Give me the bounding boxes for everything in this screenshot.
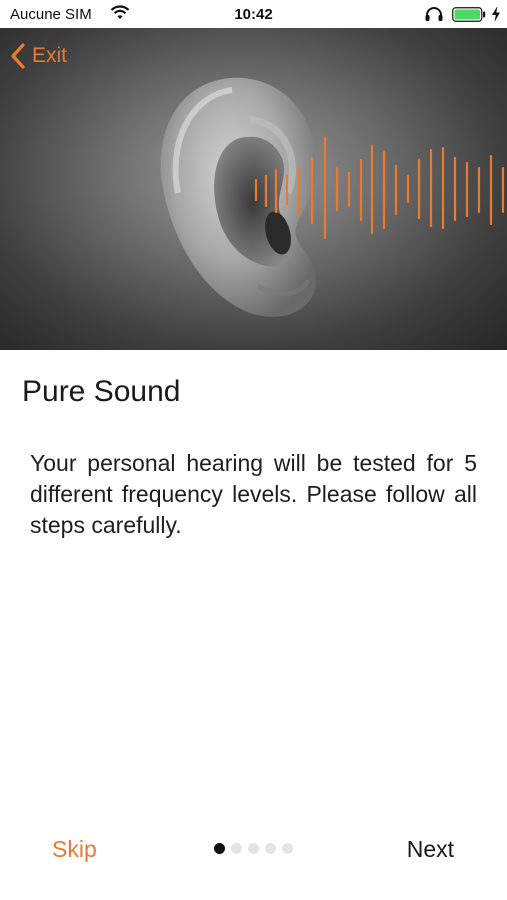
page-dot-1 xyxy=(214,843,225,854)
headphones-icon xyxy=(425,7,443,21)
next-button[interactable]: Next xyxy=(407,836,454,863)
page-indicator[interactable] xyxy=(214,843,293,854)
page-title: Pure Sound xyxy=(22,375,181,408)
bottom-bar: Skip Next xyxy=(0,820,507,880)
exit-label: Exit xyxy=(32,44,68,67)
chevron-left-icon xyxy=(11,43,25,69)
hero-image xyxy=(0,28,507,350)
page-dot-2 xyxy=(231,843,242,854)
status-bar: Aucune SIM 10:42 xyxy=(0,0,507,28)
exit-button[interactable]: Exit xyxy=(10,42,67,70)
charging-icon xyxy=(492,6,500,22)
page-dot-4 xyxy=(265,843,276,854)
page-dot-5 xyxy=(282,843,293,854)
page-dot-3 xyxy=(248,843,259,854)
description-text: Your personal hearing will be tested for… xyxy=(30,450,477,538)
battery-icon xyxy=(452,7,486,22)
skip-button[interactable]: Skip xyxy=(52,836,97,863)
ear-illustration xyxy=(160,77,505,317)
